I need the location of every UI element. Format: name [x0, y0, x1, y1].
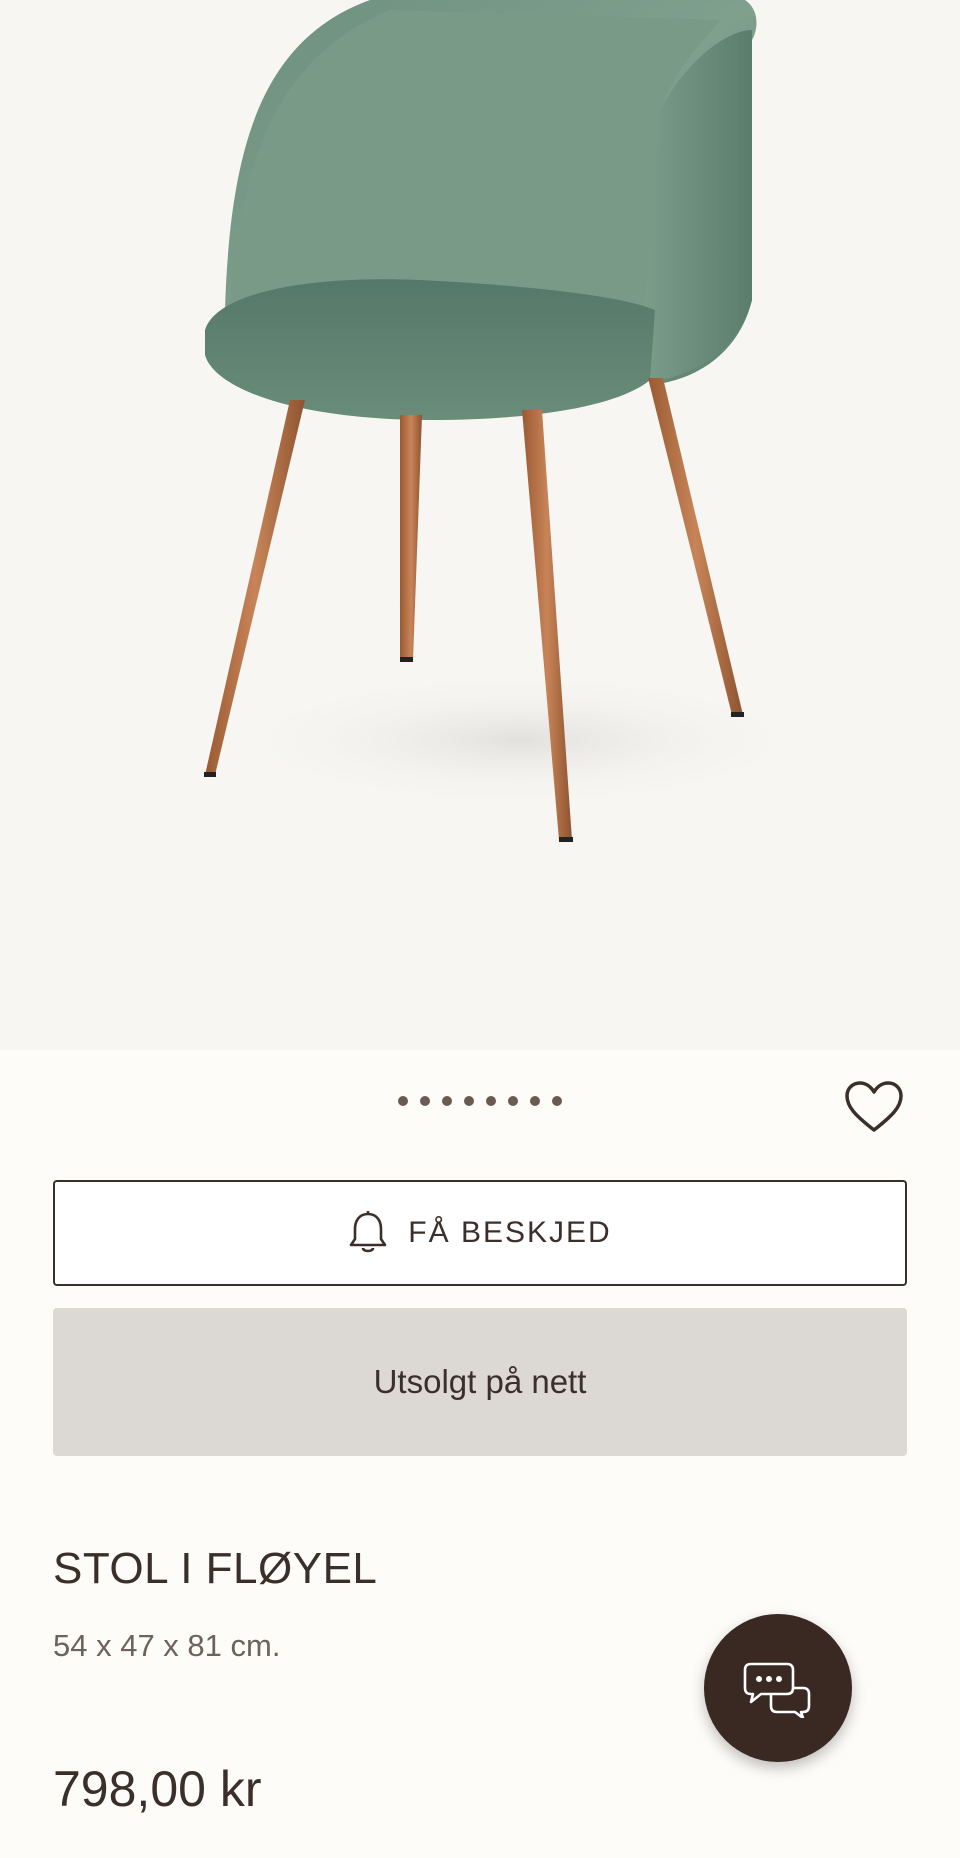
carousel-dot[interactable]	[552, 1096, 562, 1106]
chat-button[interactable]	[704, 1614, 852, 1762]
carousel-dot[interactable]	[420, 1096, 430, 1106]
carousel-dot[interactable]	[508, 1096, 518, 1106]
chat-bubbles-icon	[743, 1662, 811, 1718]
product-dimensions: 54 x 47 x 81 cm.	[53, 1628, 281, 1663]
product-image	[204, 0, 820, 842]
carousel-dot[interactable]	[464, 1096, 474, 1106]
carousel-dot[interactable]	[398, 1096, 408, 1106]
carousel-dots[interactable]	[0, 1096, 960, 1106]
notify-me-button[interactable]: FÅ BESKJED	[53, 1180, 907, 1286]
sold-out-online-button: Utsolgt på nett	[53, 1308, 907, 1456]
bell-icon	[349, 1211, 387, 1253]
product-image-gallery[interactable]	[0, 0, 960, 1050]
product-title: STOL I FLØYEL	[53, 1544, 378, 1593]
sold-out-label: Utsolgt på nett	[373, 1363, 587, 1400]
heart-icon	[845, 1081, 903, 1132]
carousel-dot[interactable]	[486, 1096, 496, 1106]
notify-me-label: FÅ BESKJED	[408, 1216, 612, 1249]
carousel-dot[interactable]	[530, 1096, 540, 1106]
product-price: 798,00 kr	[53, 1761, 262, 1817]
carousel-dot[interactable]	[442, 1096, 452, 1106]
favorite-button[interactable]	[842, 1078, 906, 1136]
